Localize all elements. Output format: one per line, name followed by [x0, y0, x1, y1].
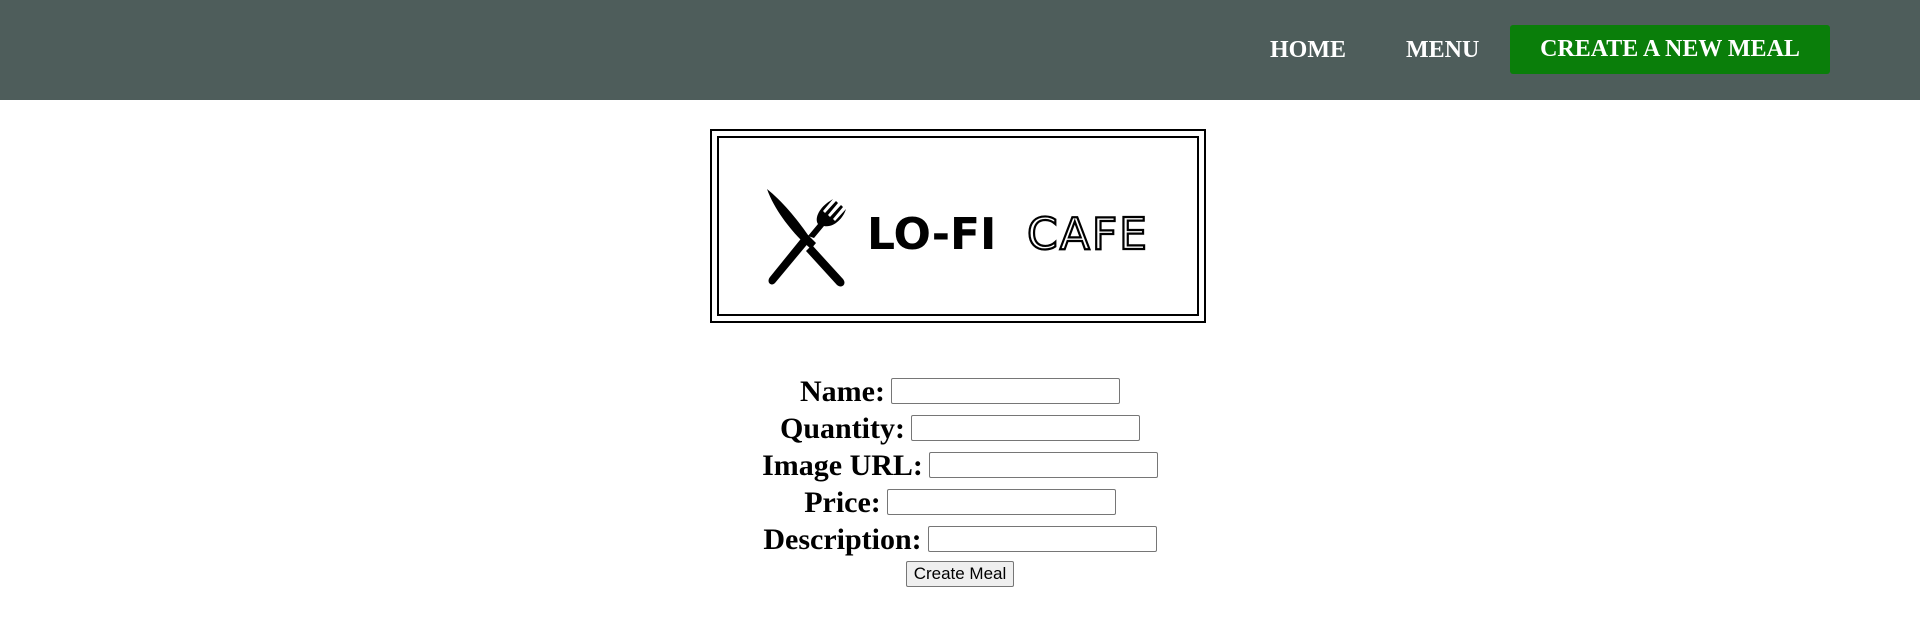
submit-row: Create Meal [0, 557, 1920, 591]
name-label: Name: [800, 374, 885, 408]
nav-home-link[interactable]: HOME [1270, 0, 1346, 100]
description-label: Description: [763, 522, 922, 556]
logo-text-light: CAFE [1027, 209, 1149, 260]
price-input[interactable] [886, 489, 1116, 516]
quantity-label: Quantity: [779, 411, 905, 445]
price-row: Price: [0, 483, 1920, 520]
create-meal-form: Name: Quantity: Image URL: Price: Descri… [0, 372, 1920, 591]
top-navbar: HOME MENU CREATE A NEW MEAL [0, 0, 1920, 100]
image-url-input[interactable] [928, 452, 1158, 479]
create-meal-button[interactable]: Create Meal [905, 561, 1015, 588]
nav-menu-link[interactable]: MENU [1406, 0, 1479, 100]
logo-banner: LO-FI CAFE [710, 129, 1206, 323]
crossed-knife-fork-icon [767, 189, 846, 287]
description-row: Description: [0, 520, 1920, 557]
description-input[interactable] [927, 526, 1157, 553]
image-url-row: Image URL: [0, 446, 1920, 483]
price-label: Price: [804, 485, 881, 519]
logo: LO-FI CAFE [767, 189, 1149, 287]
image-url-label: Image URL: [762, 448, 923, 482]
logo-text-bold: LO-FI [867, 209, 996, 260]
quantity-input[interactable] [911, 415, 1140, 442]
quantity-row: Quantity: [0, 409, 1920, 446]
create-new-meal-button[interactable]: CREATE A NEW MEAL [1510, 25, 1830, 74]
name-row: Name: [0, 372, 1920, 409]
name-input[interactable] [890, 378, 1120, 405]
